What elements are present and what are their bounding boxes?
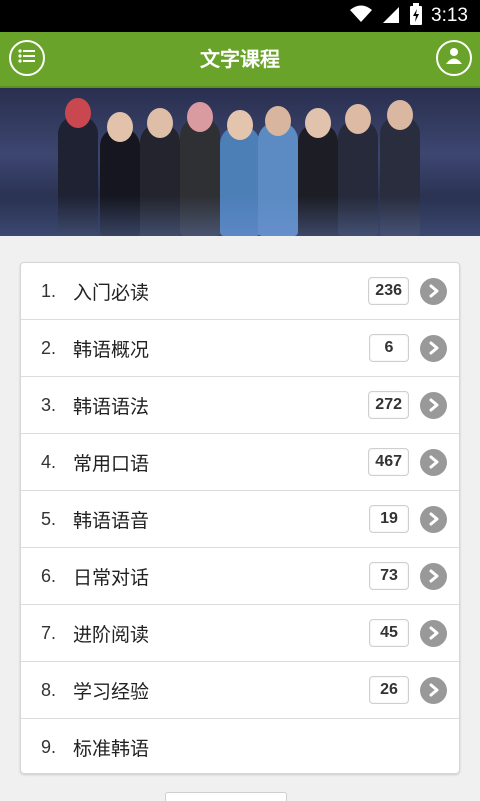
item-number: 3. bbox=[41, 394, 57, 415]
list-item[interactable]: 3. 韩语语法 272 bbox=[21, 377, 459, 434]
status-bar: 3:13 bbox=[0, 0, 480, 32]
list-item[interactable]: 2. 韩语概况 6 bbox=[21, 320, 459, 377]
list-item[interactable]: 6. 日常对话 73 bbox=[21, 548, 459, 605]
item-number: 5. bbox=[41, 508, 57, 529]
chevron-right-icon[interactable] bbox=[420, 505, 447, 533]
item-number: 9. bbox=[41, 737, 57, 757]
item-label: 标准韩语 bbox=[73, 738, 150, 760]
list-item[interactable]: 7. 进阶阅读 45 bbox=[21, 605, 459, 662]
wifi-icon bbox=[349, 4, 373, 28]
list-item[interactable]: 5. 韩语语音 19 bbox=[21, 491, 459, 548]
chevron-right-icon[interactable] bbox=[420, 277, 447, 305]
item-label: 入门必读 bbox=[73, 281, 150, 304]
user-icon bbox=[445, 47, 463, 69]
user-button[interactable] bbox=[436, 40, 472, 76]
chevron-right-icon[interactable] bbox=[420, 391, 447, 419]
chevron-right-icon[interactable] bbox=[420, 676, 447, 704]
item-label: 进阶阅读 bbox=[73, 623, 150, 646]
list-item[interactable]: 9. 标准韩语 bbox=[21, 719, 459, 776]
item-number: 2. bbox=[41, 337, 57, 358]
item-number: 7. bbox=[41, 622, 57, 643]
page-title: 文字课程 bbox=[200, 47, 280, 71]
count-badge: 6 bbox=[369, 334, 409, 362]
item-label: 韩语概况 bbox=[73, 338, 150, 361]
item-label: 韩语语音 bbox=[73, 509, 150, 532]
status-time: 3:13 bbox=[431, 5, 468, 26]
chevron-right-icon[interactable] bbox=[420, 448, 447, 476]
chevron-right-icon[interactable] bbox=[420, 619, 447, 647]
count-badge: 272 bbox=[368, 391, 409, 419]
signal-icon bbox=[381, 4, 401, 28]
item-label: 学习经验 bbox=[73, 680, 150, 703]
battery-icon bbox=[409, 3, 423, 29]
item-label: 韩语语法 bbox=[73, 395, 150, 418]
chevron-right-icon[interactable] bbox=[420, 562, 447, 590]
list-item[interactable]: 1. 入门必读 236 bbox=[21, 263, 459, 320]
item-number: 4. bbox=[41, 451, 57, 472]
count-badge: 26 bbox=[369, 676, 409, 704]
list-item[interactable]: 4. 常用口语 467 bbox=[21, 434, 459, 491]
item-label: 日常对话 bbox=[73, 566, 150, 589]
app-header: 文字课程 bbox=[0, 32, 480, 88]
banner-image[interactable] bbox=[0, 88, 480, 236]
count-badge: 19 bbox=[369, 505, 409, 533]
item-number: 8. bbox=[41, 679, 57, 700]
count-badge: 73 bbox=[369, 562, 409, 590]
item-number: 6. bbox=[41, 565, 57, 586]
list-item[interactable]: 8. 学习经验 26 bbox=[21, 662, 459, 719]
item-number: 1. bbox=[41, 280, 57, 301]
count-badge: 236 bbox=[368, 277, 409, 305]
count-badge: 45 bbox=[369, 619, 409, 647]
item-label: 常用口语 bbox=[73, 452, 150, 475]
course-list: 1. 入门必读 236 2. 韩语概况 6 3. 韩语语法 272 4. 常用口… bbox=[20, 262, 460, 774]
count-badge: 467 bbox=[368, 448, 409, 476]
chevron-right-icon[interactable] bbox=[420, 334, 447, 362]
